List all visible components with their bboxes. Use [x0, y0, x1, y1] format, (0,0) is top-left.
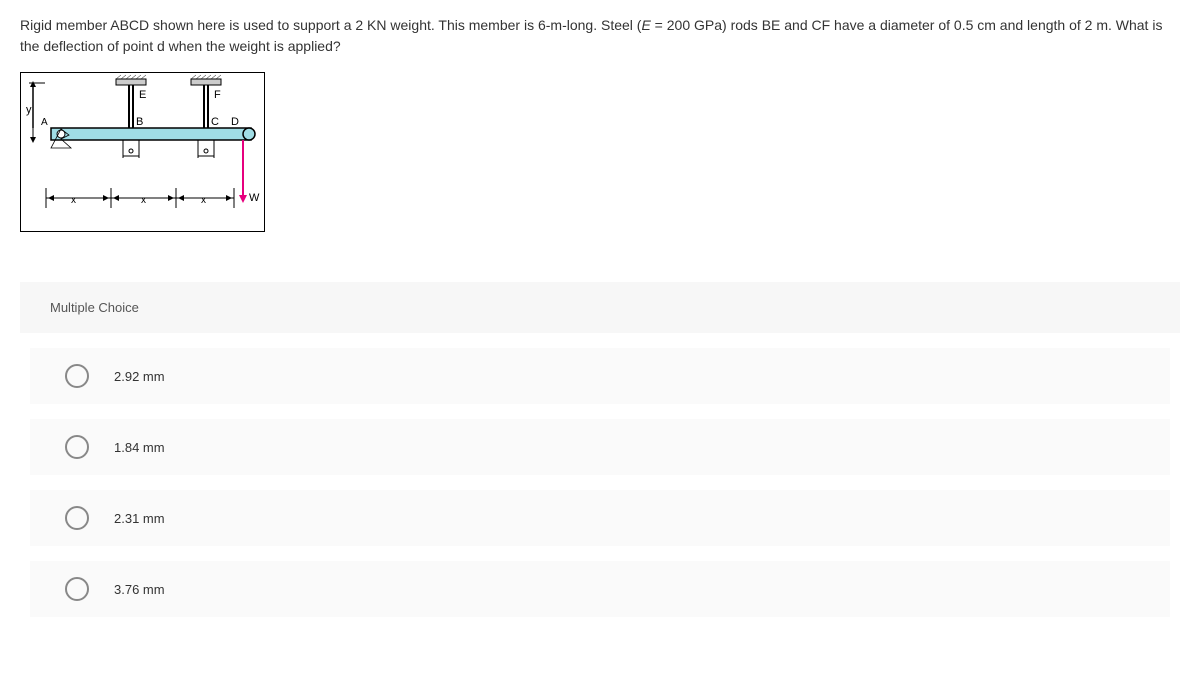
radio-circle-icon	[65, 577, 89, 601]
label-x1: x	[71, 195, 76, 206]
options-container: 2.92 mm 1.84 mm 2.31 mm 3.76 mm	[20, 348, 1180, 617]
radio-circle-icon	[65, 435, 89, 459]
label-W: W	[249, 192, 260, 204]
label-x2: x	[141, 195, 146, 206]
clevis-C	[198, 140, 214, 156]
question-italic-var: E	[641, 17, 650, 33]
option-row-2[interactable]: 2.31 mm	[30, 490, 1170, 546]
label-A: A	[41, 117, 48, 128]
label-x3: x	[201, 195, 206, 206]
member-ABCD	[51, 128, 251, 140]
question-type-label: Multiple Choice	[20, 282, 1180, 333]
label-C: C	[211, 116, 219, 128]
problem-diagram: y A E F B C D W x x x	[20, 72, 265, 232]
option-label-1: 1.84 mm	[114, 440, 165, 455]
option-row-0[interactable]: 2.92 mm	[30, 348, 1170, 404]
label-E: E	[139, 89, 146, 101]
option-label-3: 3.76 mm	[114, 582, 165, 597]
label-F: F	[214, 89, 221, 101]
radio-circle-icon	[65, 364, 89, 388]
clevis-B	[123, 140, 139, 156]
option-row-1[interactable]: 1.84 mm	[30, 419, 1170, 475]
label-D: D	[231, 116, 239, 128]
end-D	[243, 128, 255, 140]
option-label-0: 2.92 mm	[114, 369, 165, 384]
support-E-ceiling	[116, 79, 146, 85]
option-row-3[interactable]: 3.76 mm	[30, 561, 1170, 617]
question-text: Rigid member ABCD shown here is used to …	[20, 15, 1180, 57]
option-label-2: 2.31 mm	[114, 511, 165, 526]
question-text-before: Rigid member ABCD shown here is used to …	[20, 17, 641, 33]
diagram-svg: y A E F B C D W x x x	[21, 73, 264, 231]
support-F-ceiling	[191, 79, 221, 85]
radio-circle-icon	[65, 506, 89, 530]
label-B: B	[136, 116, 143, 128]
label-y: y	[26, 104, 32, 116]
